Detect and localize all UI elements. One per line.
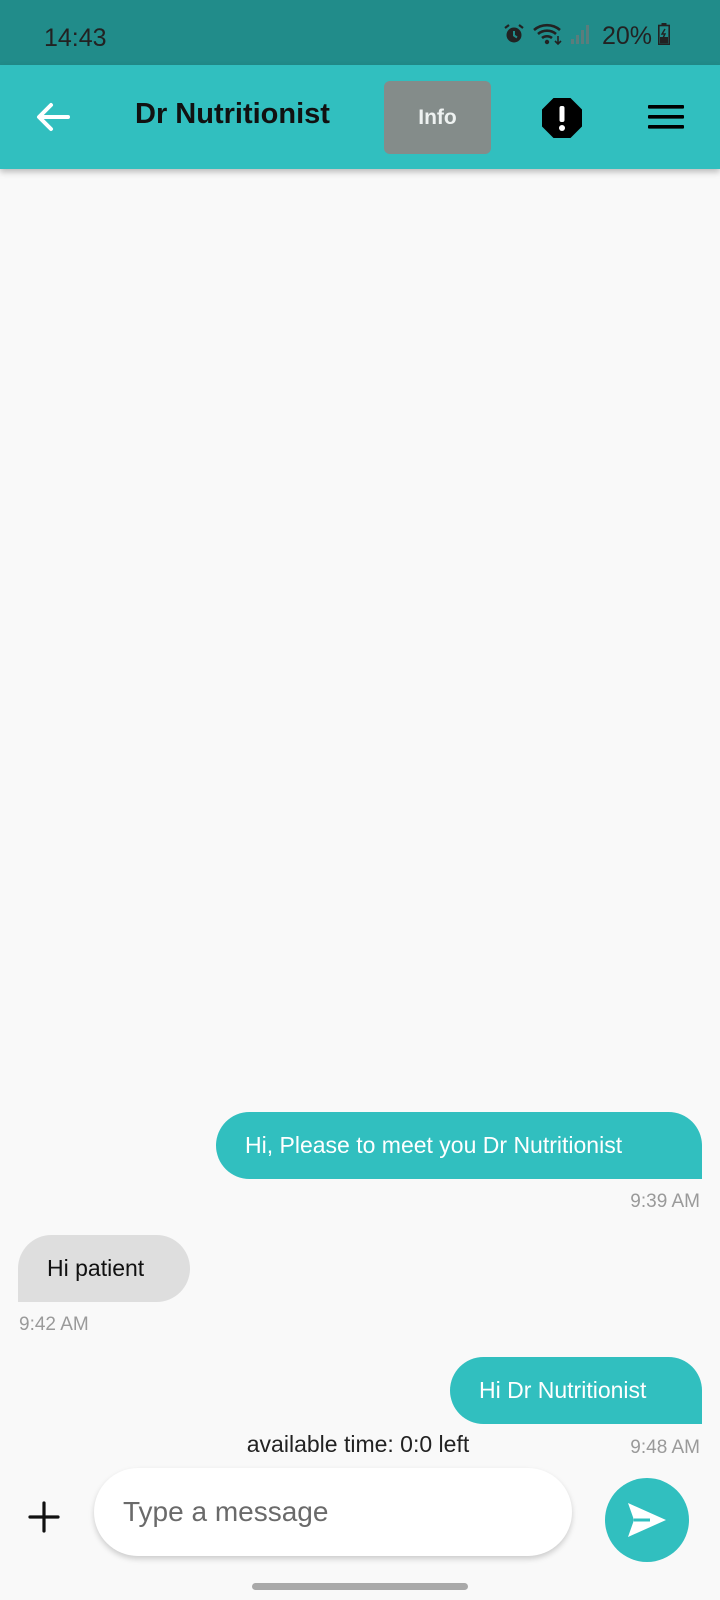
status-time: 14:43 [44,24,107,52]
message-bubble-incoming[interactable]: Hi patient [18,1235,190,1302]
available-time-text: available time: 0:0 left [246,1431,470,1457]
status-bar: 14:43 20% [0,0,720,65]
available-time-label: available time: 0:0 left [0,1431,720,1458]
status-icons: 20% [502,22,670,51]
battery-percent: 20% [601,22,652,50]
page-title: Dr Nutritionist [135,98,330,130]
send-button[interactable] [605,1478,689,1562]
message-timestamp: 9:39 AM [630,1191,700,1212]
back-arrow-icon [37,103,70,131]
report-button[interactable] [541,97,583,139]
message-timestamp: 9:42 AM [19,1314,89,1335]
plus-icon [28,1501,60,1533]
back-button[interactable] [28,92,78,142]
alarm-icon [502,22,526,51]
chat-messages[interactable]: Hi, Please to meet you Dr Nutritionist 9… [0,169,720,1459]
app-bar: Dr Nutritionist Info [0,65,720,169]
message-input[interactable] [94,1468,572,1556]
alert-octagon-icon [542,98,582,138]
hamburger-menu-icon [648,105,684,129]
battery-icon [658,23,670,50]
message-bubble-outgoing[interactable]: Hi Dr Nutritionist [450,1357,702,1424]
signal-icon [570,23,592,50]
attach-button[interactable] [24,1497,64,1537]
menu-button[interactable] [648,101,684,133]
message-bubble-outgoing[interactable]: Hi, Please to meet you Dr Nutritionist [216,1112,702,1179]
send-icon [628,1503,666,1537]
wifi-icon [532,22,564,51]
home-indicator[interactable] [252,1583,468,1590]
info-button[interactable]: Info [384,81,491,154]
